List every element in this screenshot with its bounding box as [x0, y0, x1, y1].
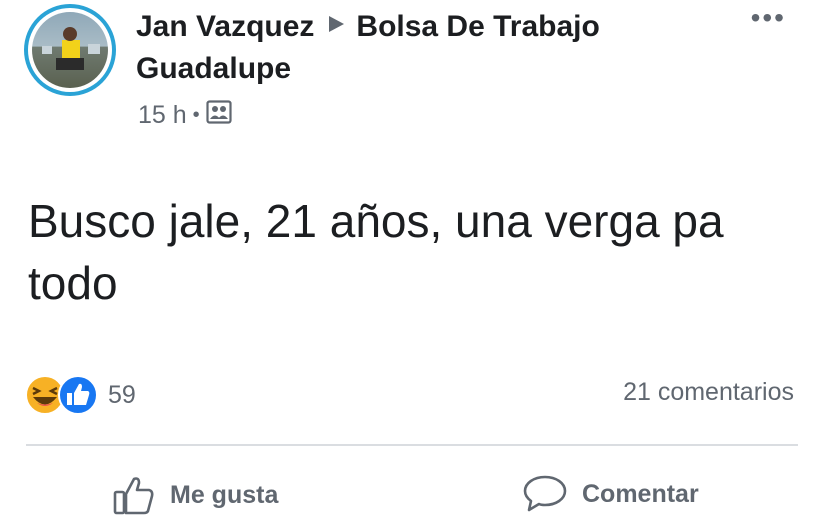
more-horizontal-icon[interactable]: •••: [751, 4, 786, 32]
group-name[interactable]: Bolsa De Trabajo: [356, 10, 599, 43]
post-header: Jan Vazquez Bolsa De Trabajo: [136, 6, 716, 46]
reaction-icons: [25, 375, 98, 415]
post-body: Busco jale, 21 años, una verga pa todo: [28, 195, 724, 309]
avatar-figure-icon: [42, 27, 100, 70]
reaction-count: 59: [108, 380, 136, 409]
like-label: Me gusta: [170, 480, 279, 509]
comment-button[interactable]: Comentar: [522, 474, 699, 514]
post-meta: 15 h •: [138, 100, 232, 131]
like-reaction-icon: [58, 375, 98, 415]
like-button[interactable]: Me gusta: [112, 474, 278, 516]
thumbs-up-outline-icon: [113, 477, 154, 515]
comments-count[interactable]: 21 comentarios: [623, 378, 794, 407]
post-time[interactable]: 15 h: [138, 101, 187, 130]
group-name-continued[interactable]: Guadalupe: [136, 50, 291, 88]
meta-separator: •: [192, 104, 200, 126]
comment-bubble-icon: [523, 475, 567, 512]
group-audience-icon: [206, 100, 232, 131]
comment-label: Comentar: [582, 479, 699, 508]
arrow-right-icon: [326, 6, 346, 44]
avatar[interactable]: [24, 4, 116, 96]
avatar-frame: [28, 8, 112, 92]
avatar-photo: [32, 12, 108, 88]
divider: [26, 444, 798, 446]
reactions-summary[interactable]: 59: [24, 374, 136, 416]
author-name[interactable]: Jan Vazquez: [136, 10, 314, 43]
